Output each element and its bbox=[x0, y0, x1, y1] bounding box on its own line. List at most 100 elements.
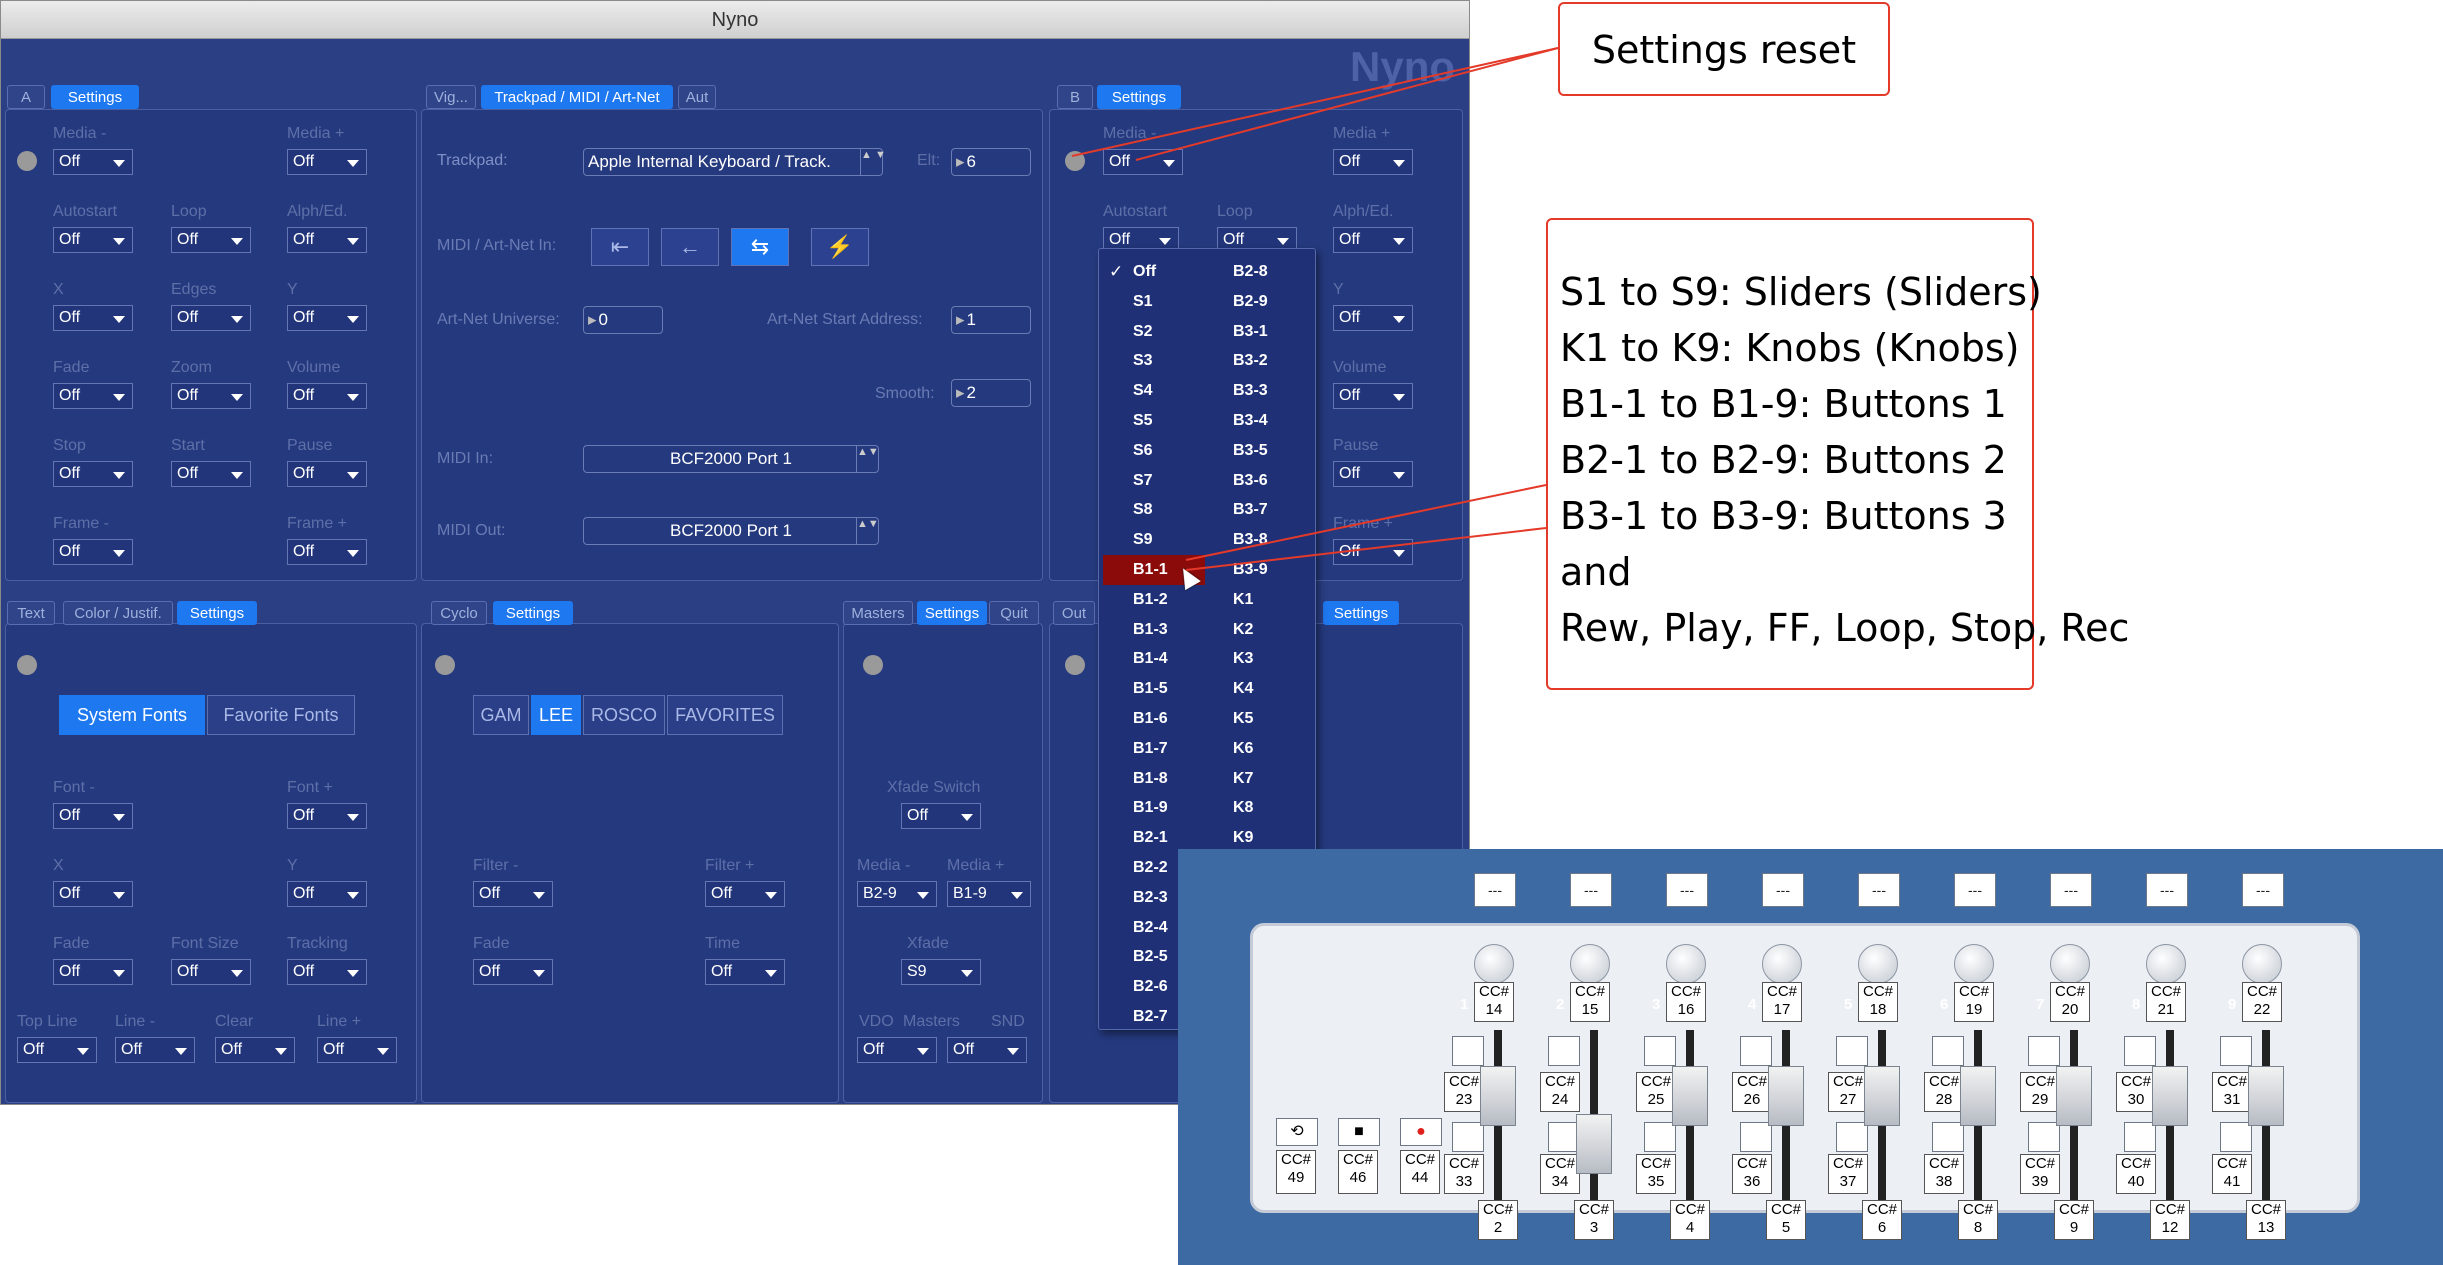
menu-item[interactable]: K2 bbox=[1203, 615, 1305, 645]
menu-item[interactable]: B3-3 bbox=[1203, 376, 1305, 406]
lightning-icon[interactable]: ⚡ bbox=[811, 228, 869, 266]
rotary-knob[interactable] bbox=[1954, 944, 1994, 984]
panel-text-font-size-dropdown[interactable]: Off bbox=[171, 959, 251, 985]
rotary-knob[interactable] bbox=[1858, 944, 1898, 984]
strip-button[interactable] bbox=[1932, 1122, 1964, 1152]
menu-item[interactable]: B3-1 bbox=[1203, 317, 1305, 347]
fader-cap[interactable] bbox=[1960, 1066, 1996, 1126]
elt-field[interactable]: 6 bbox=[951, 148, 1031, 176]
menu-item[interactable]: S2 bbox=[1103, 317, 1205, 347]
menu-item[interactable]: B3-5 bbox=[1203, 436, 1305, 466]
cyclo-fade-dropdown[interactable]: Off bbox=[473, 959, 553, 985]
panel-midi-tab-0[interactable]: Vig... bbox=[426, 85, 476, 109]
loop-icon[interactable]: ⟲ bbox=[1276, 1118, 1318, 1146]
panel-midi-tab-1[interactable]: Trackpad / MIDI / Art-Net bbox=[481, 85, 673, 109]
panel-a-start-dropdown[interactable]: Off bbox=[171, 461, 251, 487]
masters-media-minus-dropdown[interactable]: B2-9 bbox=[857, 881, 937, 907]
panel-a-reset-dot[interactable] bbox=[17, 151, 37, 171]
menu-item[interactable]: K7 bbox=[1203, 764, 1305, 794]
menu-item[interactable]: B3-9 bbox=[1203, 555, 1305, 585]
left-arrow-icon[interactable]: ← bbox=[661, 228, 719, 266]
panel-a-y-dropdown[interactable]: Off bbox=[287, 305, 367, 331]
cyclo-filter-plus-dropdown[interactable]: Off bbox=[705, 881, 785, 907]
panel-a-tab-1[interactable]: Settings bbox=[51, 85, 139, 109]
panel-text-line--dropdown[interactable]: Off bbox=[317, 1037, 397, 1063]
menu-item[interactable]: K5 bbox=[1203, 704, 1305, 734]
rotary-knob[interactable] bbox=[2242, 944, 2282, 984]
panel-a-media--dropdown[interactable]: Off bbox=[53, 149, 133, 175]
panel-a-alph-ed--dropdown[interactable]: Off bbox=[287, 227, 367, 253]
system-fonts-tab[interactable]: System Fonts bbox=[59, 695, 205, 735]
strip-button[interactable] bbox=[1740, 1036, 1772, 1066]
panel-a-media--dropdown[interactable]: Off bbox=[287, 149, 367, 175]
cyclo-time-dropdown[interactable]: Off bbox=[705, 959, 785, 985]
artnet-universe-field[interactable]: 0 bbox=[583, 306, 663, 334]
rotary-knob[interactable] bbox=[2050, 944, 2090, 984]
menu-item[interactable]: S5 bbox=[1103, 406, 1205, 436]
fader-cap[interactable] bbox=[2056, 1066, 2092, 1126]
panel-masters-tab-2[interactable]: Quit bbox=[989, 601, 1039, 625]
rotary-knob[interactable] bbox=[1570, 944, 1610, 984]
panel-a-x-dropdown[interactable]: Off bbox=[53, 305, 133, 331]
panel-text-tab-0[interactable]: Text bbox=[7, 601, 55, 625]
menu-item[interactable]: S7 bbox=[1103, 466, 1205, 496]
fader-cap[interactable] bbox=[2152, 1066, 2188, 1126]
menu-item[interactable]: B3-7 bbox=[1203, 495, 1305, 525]
menu-item[interactable]: B1-8 bbox=[1103, 764, 1205, 794]
panel-a-volume-dropdown[interactable]: Off bbox=[287, 383, 367, 409]
midi-in-select[interactable]: BCF2000 Port 1 ▲▼ bbox=[583, 445, 879, 473]
panel-a-frame--dropdown[interactable]: Off bbox=[287, 539, 367, 565]
menu-item[interactable]: S3 bbox=[1103, 346, 1205, 376]
panel-a-tab-0[interactable]: A bbox=[7, 85, 45, 109]
panel-b-frame-plus-dropdown[interactable]: Off bbox=[1333, 539, 1413, 565]
fader-cap[interactable] bbox=[1768, 1066, 1804, 1126]
panel-a-fade-dropdown[interactable]: Off bbox=[53, 383, 133, 409]
strip-button[interactable] bbox=[2124, 1036, 2156, 1066]
panel-text-reset-dot[interactable] bbox=[17, 655, 37, 675]
strip-button[interactable] bbox=[2028, 1122, 2060, 1152]
xfade-switch-dropdown[interactable]: Off bbox=[901, 803, 981, 829]
panel-text-y-dropdown[interactable]: Off bbox=[287, 881, 367, 907]
menu-item[interactable]: B2-8 bbox=[1203, 257, 1305, 287]
panel-b-reset-dot[interactable] bbox=[1065, 151, 1085, 171]
panel-a-loop-dropdown[interactable]: Off bbox=[171, 227, 251, 253]
panel-b-volume-dropdown[interactable]: Off bbox=[1333, 383, 1413, 409]
menu-item[interactable]: B1-4 bbox=[1103, 644, 1205, 674]
menu-item[interactable]: B2-9 bbox=[1203, 287, 1305, 317]
menu-item[interactable]: K3 bbox=[1203, 644, 1305, 674]
menu-item[interactable]: B1-3 bbox=[1103, 615, 1205, 645]
panel-masters-tab-0[interactable]: Masters bbox=[843, 601, 913, 625]
panel-a-edges-dropdown[interactable]: Off bbox=[171, 305, 251, 331]
strip-button[interactable] bbox=[1836, 1036, 1868, 1066]
panel-text-font--dropdown[interactable]: Off bbox=[53, 803, 133, 829]
stop-icon[interactable]: ■ bbox=[1338, 1118, 1380, 1146]
snd-dropdown[interactable]: Off bbox=[947, 1037, 1027, 1063]
strip-button[interactable] bbox=[2124, 1122, 2156, 1152]
rotary-knob[interactable] bbox=[1666, 944, 1706, 984]
strip-button[interactable] bbox=[1836, 1122, 1868, 1152]
rotary-knob[interactable] bbox=[2146, 944, 2186, 984]
menu-item[interactable]: B3-4 bbox=[1203, 406, 1305, 436]
panel-text-top-line-dropdown[interactable]: Off bbox=[17, 1037, 97, 1063]
menu-item[interactable]: B3-2 bbox=[1203, 346, 1305, 376]
strip-button[interactable] bbox=[1548, 1036, 1580, 1066]
panel-out-tab-0[interactable]: Out bbox=[1053, 601, 1095, 625]
strip-button[interactable] bbox=[1644, 1036, 1676, 1066]
panel-a-zoom-dropdown[interactable]: Off bbox=[171, 383, 251, 409]
bidirectional-arrows-icon[interactable]: ⇆ bbox=[731, 228, 789, 266]
panel-text-fade-dropdown[interactable]: Off bbox=[53, 959, 133, 985]
menu-item[interactable]: S4 bbox=[1103, 376, 1205, 406]
fader-cap[interactable] bbox=[1864, 1066, 1900, 1126]
fader-cap[interactable] bbox=[1480, 1066, 1516, 1126]
panel-a-stop-dropdown[interactable]: Off bbox=[53, 461, 133, 487]
menu-item[interactable]: B1-7 bbox=[1103, 734, 1205, 764]
masters-media-plus-dropdown[interactable]: B1-9 bbox=[947, 881, 1031, 907]
menu-item[interactable]: K4 bbox=[1203, 674, 1305, 704]
panel-text-tab-1[interactable]: Color / Justif. bbox=[63, 601, 173, 625]
menu-item[interactable]: S9 bbox=[1103, 525, 1205, 555]
strip-button[interactable] bbox=[2028, 1036, 2060, 1066]
rotary-knob[interactable] bbox=[1474, 944, 1514, 984]
strip-button[interactable] bbox=[1740, 1122, 1772, 1152]
rotary-knob[interactable] bbox=[1762, 944, 1802, 984]
panel-text-font--dropdown[interactable]: Off bbox=[287, 803, 367, 829]
